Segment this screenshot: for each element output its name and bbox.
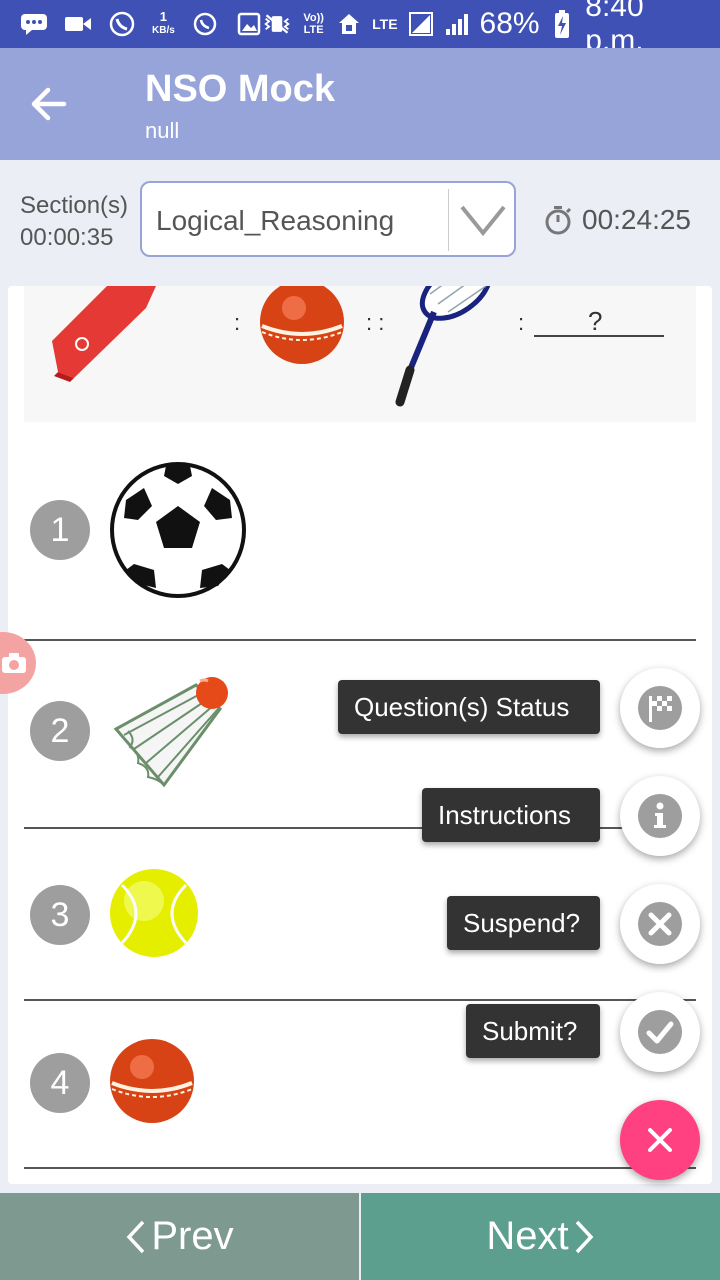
question-status-button[interactable] <box>620 668 700 748</box>
close-circle-icon <box>638 902 682 946</box>
question-status-label[interactable]: Question(s) Status <box>338 680 600 734</box>
cricket-ball-icon <box>110 1039 194 1123</box>
timer-value: 00:24:25 <box>582 204 691 235</box>
battery-charging-icon <box>550 10 576 38</box>
analogy-colon-2: : <box>518 310 524 335</box>
next-button[interactable]: Next <box>361 1193 720 1280</box>
speed-unit: KB/s <box>152 25 175 36</box>
submit-label[interactable]: Submit? <box>466 1004 600 1058</box>
prev-button[interactable]: Prev <box>0 1193 359 1280</box>
option-number: 3 <box>30 885 90 945</box>
signal-icon <box>444 12 470 36</box>
battery-percent: 68% <box>479 7 540 40</box>
section-info: Section(s) 00:00:35 <box>20 190 128 254</box>
whatsapp-icon <box>191 12 219 36</box>
shuttlecock-icon <box>113 677 228 788</box>
question-card[interactable]: : : : : ? 1 2 3 4 <box>8 286 712 1184</box>
option-number: 4 <box>30 1053 90 1113</box>
chevron-down-icon <box>460 205 506 237</box>
prev-label: Prev <box>151 1214 234 1258</box>
call-icon <box>108 11 136 37</box>
instructions-button[interactable] <box>620 776 700 856</box>
fab-close-button[interactable] <box>620 1100 700 1180</box>
option-number: 1 <box>30 500 90 560</box>
analogy-blank: ? <box>588 306 602 336</box>
cricket-ball-icon <box>260 286 344 364</box>
page-subtitle: null <box>145 118 180 143</box>
option-number: 2 <box>30 701 90 761</box>
app-bar: NSO Mock null <box>0 48 720 160</box>
lte-label: LTE <box>372 16 398 32</box>
section-selected-value: Logical_Reasoning <box>156 205 395 236</box>
video-icon <box>64 12 92 36</box>
section-label: Section(s) <box>20 192 129 219</box>
back-button[interactable] <box>24 82 72 126</box>
speed-value: 1 <box>159 9 168 24</box>
suspend-button[interactable] <box>620 884 700 964</box>
stopwatch-icon <box>545 206 572 235</box>
section-bar: Section(s) 00:00:35 Logical_Reasoning 00… <box>0 160 720 284</box>
question-image: : : : : ? <box>24 286 696 422</box>
page-title: NSO Mock <box>145 68 336 110</box>
flag-checkered-icon <box>638 686 682 730</box>
volte-icon: Vo)) LTE <box>303 12 324 36</box>
countdown-timer: 00:24:25 <box>544 204 691 236</box>
message-icon <box>20 12 48 36</box>
suspend-label[interactable]: Suspend? <box>447 896 600 950</box>
football-icon <box>110 462 246 598</box>
section-elapsed-time: 00:00:35 <box>20 224 114 251</box>
info-icon <box>638 794 682 838</box>
analogy-double-colon: : : <box>366 310 384 335</box>
tennis-racket-icon <box>395 286 493 407</box>
home-icon <box>336 12 362 36</box>
network-speed: 1 KB/s <box>152 9 175 37</box>
dropdown-divider <box>448 189 449 251</box>
signal-lte-icon <box>408 12 434 36</box>
tennis-ball-icon <box>110 869 198 957</box>
status-bar: 1 KB/s Vo)) LTE LTE 68% 8:40 p.m. <box>0 0 720 57</box>
chevron-left-icon <box>126 1220 145 1253</box>
gallery-icon <box>235 12 263 36</box>
next-label: Next <box>486 1214 569 1258</box>
submit-button[interactable] <box>620 992 700 1072</box>
cricket-bat-icon <box>52 286 156 382</box>
check-circle-icon <box>638 1010 682 1054</box>
chevron-right-icon <box>575 1220 594 1253</box>
section-dropdown[interactable]: Logical_Reasoning <box>140 181 516 257</box>
close-icon <box>648 1128 672 1152</box>
instructions-label[interactable]: Instructions <box>422 788 600 842</box>
analogy-colon-1: : <box>234 310 240 335</box>
option-1[interactable]: 1 <box>24 422 696 641</box>
vibrate-icon <box>263 12 291 36</box>
arrow-left-icon <box>31 87 67 121</box>
camera-icon <box>2 653 26 673</box>
